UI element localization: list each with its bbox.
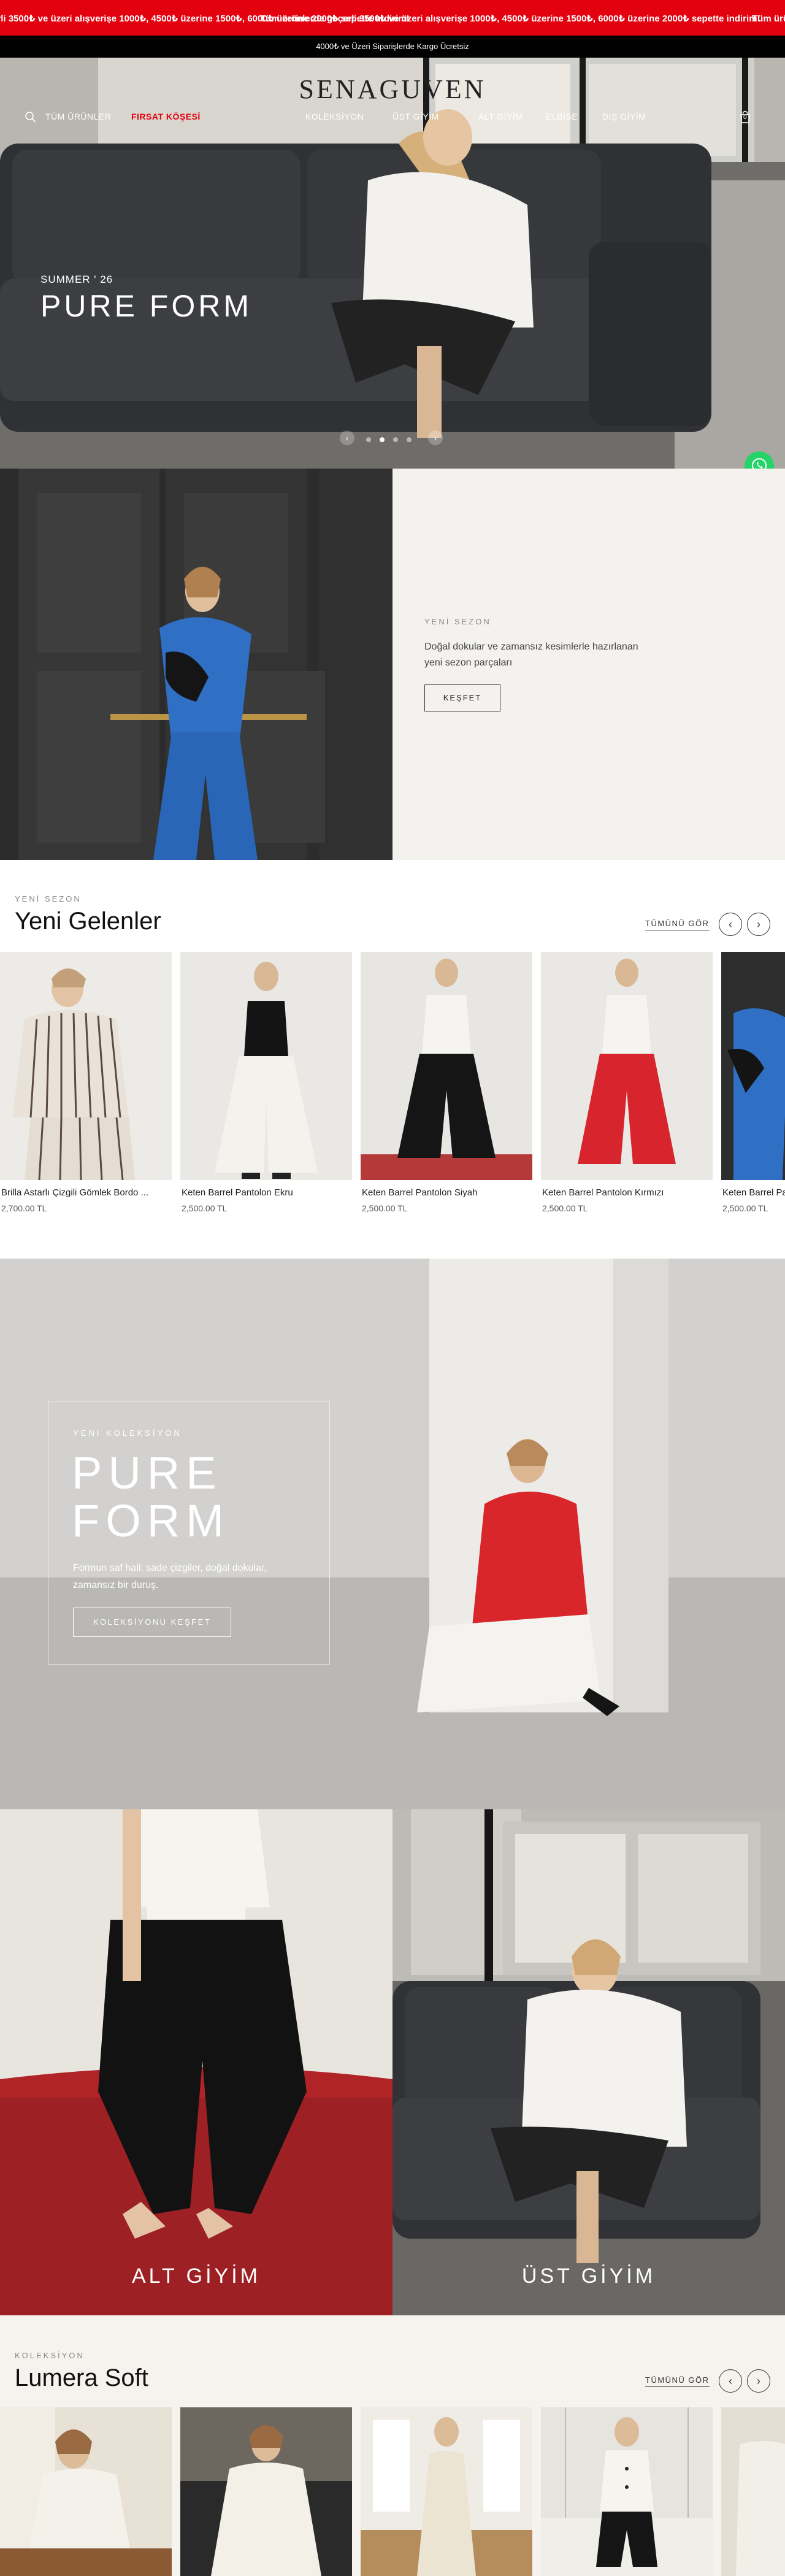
- product-image: [361, 952, 532, 1180]
- product-image: [180, 952, 352, 1180]
- product-image: [0, 952, 172, 1180]
- see-all-link[interactable]: TÜMÜNÜ GÖR: [645, 919, 710, 930]
- hero-season: SUMMER ' 26: [40, 274, 113, 285]
- new-arrivals-label: YENİ SEZON: [15, 894, 82, 903]
- product-price: 2,700.00 TL: [1, 1203, 47, 1213]
- carousel-prev-button[interactable]: ‹: [719, 913, 742, 936]
- category-image: [392, 1809, 785, 2315]
- hero-pagination: [362, 434, 423, 443]
- product-price: 2,500.00 TL: [542, 1203, 588, 1213]
- collection-textbox: YENİ KOLEKSİYON PURE FORM Formun saf hal…: [48, 1401, 330, 1665]
- product-name: Keten Barrel Pantolon Ekru: [182, 1187, 293, 1198]
- slide-dot[interactable]: [407, 437, 412, 442]
- product-name: Brilla Astarlı Çizgili Gömlek Bordo ...: [1, 1187, 149, 1198]
- category-tile-tops[interactable]: ÜST GİYİM: [392, 1809, 785, 2315]
- carousel-next-button[interactable]: ›: [747, 913, 770, 936]
- hero-prev-button[interactable]: ‹: [340, 431, 354, 445]
- cart-button[interactable]: 0: [738, 110, 752, 124]
- site-logo[interactable]: SENAGUVEN: [0, 74, 785, 105]
- nav-item-dresses[interactable]: ELBİSE: [546, 112, 578, 121]
- promo-text: Tüm ürünlerde geçerli 3500₺ ve üzeri alı…: [752, 13, 785, 24]
- new-season-panel: YENİ SEZON Doğal dokular ve zamansız kes…: [392, 469, 785, 860]
- nav-item-bottoms[interactable]: ALT GİYİM: [478, 112, 523, 121]
- product-card-clip: Keten Barrel Pantolon Mavi 2,500.00 TL: [721, 952, 785, 1222]
- product-image[interactable]: [361, 2407, 532, 2576]
- product-image: [541, 952, 713, 1180]
- nav-item-deals[interactable]: FIRSAT KÖŞESİ: [131, 112, 201, 121]
- product-image[interactable]: [180, 2407, 352, 2576]
- nav-item-collection[interactable]: KOLEKSİYON: [305, 112, 364, 121]
- cart-count: 0: [743, 114, 747, 121]
- product-price: 2,500.00 TL: [722, 1203, 768, 1213]
- collection-label: YENİ KOLEKSİYON: [73, 1428, 182, 1438]
- category-image: [0, 1809, 392, 2315]
- collection-banner: YENİ KOLEKSİYON PURE FORM Formun saf hal…: [0, 1259, 785, 1809]
- main-nav: TÜM ÜRÜNLER FIRSAT KÖŞESİ KOLEKSİYON ÜST…: [0, 112, 785, 126]
- new-arrivals-title: Yeni Gelenler: [15, 908, 161, 935]
- hero-slider[interactable]: SENAGUVEN TÜM ÜRÜNLER FIRSAT KÖŞESİ KOLE…: [0, 58, 785, 469]
- product-name: Keten Barrel Pantolon Kırmızı: [542, 1187, 664, 1198]
- new-season-image: [0, 469, 392, 860]
- nav-item-all-products[interactable]: TÜM ÜRÜNLER: [45, 112, 111, 121]
- category-label: ALT GİYİM: [131, 2264, 261, 2288]
- product-price: 2,500.00 TL: [362, 1203, 408, 1213]
- nav-item-tops[interactable]: ÜST GİYİM: [392, 112, 439, 121]
- lumera-section: KOLEKSİYON Lumera Soft TÜMÜNÜ GÖR ‹ ›: [0, 2315, 785, 2576]
- product-image[interactable]: [0, 2407, 172, 2576]
- new-season-label: YENİ SEZON: [424, 617, 491, 626]
- product-price: 2,500.00 TL: [182, 1203, 228, 1213]
- product-image: [721, 952, 785, 1180]
- category-label: ÜST GİYİM: [521, 2264, 656, 2288]
- slide-dot[interactable]: [393, 437, 398, 442]
- hero-next-button[interactable]: ›: [428, 431, 443, 445]
- discover-button[interactable]: KEŞFET: [424, 684, 500, 711]
- promo-bar: Tüm ürünlerde geçerli 3500₺ ve üzeri alı…: [0, 0, 785, 36]
- nav-item-outerwear[interactable]: DIŞ GİYİM: [602, 112, 646, 121]
- hero-title: PURE FORM: [40, 289, 252, 323]
- collection-description: Formun saf hali: sade çizgiler, doğal do…: [73, 1563, 267, 1590]
- lumera-label: KOLEKSİYON: [15, 2351, 85, 2360]
- product-image[interactable]: [721, 2407, 785, 2576]
- product-image[interactable]: [541, 2407, 713, 2576]
- category-tile-bottoms[interactable]: ALT GİYİM: [0, 1809, 392, 2315]
- carousel-prev-button[interactable]: ‹: [719, 2369, 742, 2393]
- new-season-section: YENİ SEZON Doğal dokular ve zamansız kes…: [0, 469, 785, 860]
- explore-collection-button[interactable]: KOLEKSİYONU KEŞFET: [73, 1608, 231, 1637]
- slide-dot[interactable]: [380, 437, 385, 442]
- product-name: Keten Barrel Pantolon Mavi: [722, 1187, 785, 1198]
- product-name: Keten Barrel Pantolon Siyah: [362, 1187, 478, 1198]
- see-all-link[interactable]: TÜMÜNÜ GÖR: [645, 2375, 710, 2387]
- slide-dot[interactable]: [366, 437, 371, 442]
- collection-title: PURE FORM: [72, 1447, 230, 1546]
- lumera-title: Lumera Soft: [15, 2364, 148, 2391]
- new-season-description: Doğal dokular ve zamansız kesimlerle haz…: [424, 642, 638, 668]
- carousel-next-button[interactable]: ›: [747, 2369, 770, 2393]
- shipping-bar: 4000₺ ve Üzeri Siparişlerde Kargo Ücrets…: [0, 36, 785, 58]
- promo-text: Tüm ürünlerde geçerli 3500₺ ve üzeri alı…: [260, 13, 760, 24]
